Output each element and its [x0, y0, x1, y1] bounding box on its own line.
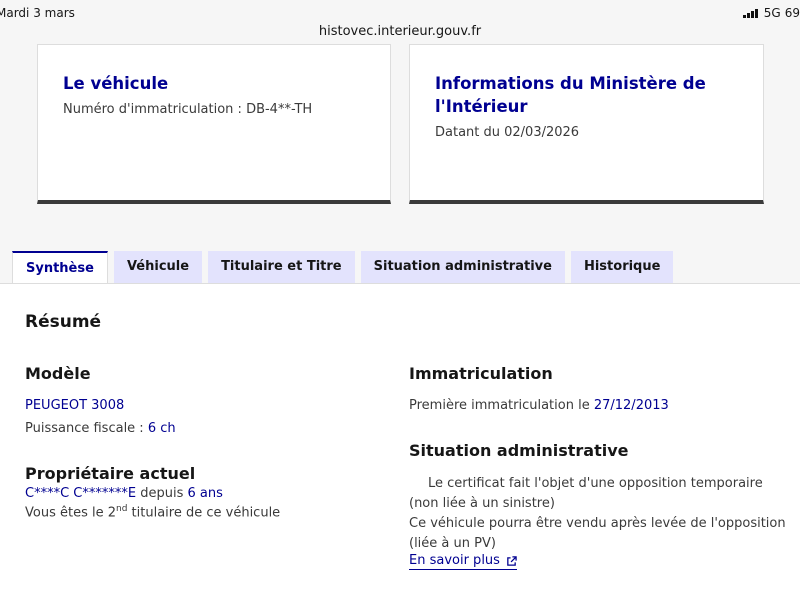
- url-text: histovec.interieur.gouv.fr: [318, 24, 482, 39]
- status-bar: Mardi 3 mars 5G 69: [0, 0, 800, 22]
- ministry-card-title: Informations du Ministère de l'Intérieur: [435, 74, 706, 116]
- opposition-line-3: Ce véhicule pourra être vendu après levé…: [409, 516, 786, 531]
- tab-list: Synthèse Véhicule Titulaire et Titre Sit…: [12, 251, 674, 284]
- tab-historique[interactable]: Historique: [570, 251, 674, 283]
- ministry-card: Informations du Ministère de l'Intérieur…: [409, 44, 764, 204]
- owner-rank-suffix: titulaire de ce véhicule: [127, 505, 281, 521]
- fiscal-label: Puissance fiscale :: [25, 421, 148, 436]
- model-heading: Modèle: [25, 364, 91, 383]
- tab-vehicule[interactable]: Véhicule: [113, 251, 203, 283]
- owner-rank-prefix: Vous êtes le 2: [25, 505, 116, 521]
- network-label: 5G: [763, 6, 781, 20]
- opposition-line-2: (non liée à un sinistre): [409, 496, 555, 511]
- owner-name: C****C C*******E: [25, 486, 137, 501]
- registration-heading: Immatriculation: [409, 364, 553, 383]
- tab-situation-administrative[interactable]: Situation administrative: [360, 251, 565, 283]
- fiscal-power: Puissance fiscale : 6 ch: [25, 421, 176, 436]
- vehicle-card: Le véhicule Numéro d'immatriculation : D…: [37, 44, 391, 204]
- ministry-date: Datant du 02/03/2026: [435, 125, 580, 140]
- first-registration-date: 27/12/2013: [593, 398, 669, 413]
- first-registration-label: Première immatriculation le: [409, 398, 594, 413]
- owner-rank: Vous êtes le 2nd titulaire de ce véhicul…: [25, 504, 280, 520]
- first-registration: Première immatriculation le 27/12/2013: [409, 398, 669, 413]
- battery-level: 69: [784, 6, 800, 20]
- owner-rank-sup: nd: [116, 504, 128, 514]
- url-bar[interactable]: histovec.interieur.gouv.fr: [0, 22, 800, 44]
- owner-line: C****C C*******E depuis 6 ans: [25, 486, 223, 501]
- opposition-text: Le certificat fait l'objet d'une opposit…: [409, 474, 789, 554]
- owner-since-value: 6 ans: [187, 486, 223, 501]
- model-name: PEUGEOT 3008: [25, 398, 125, 413]
- opposition-line-1: Le certificat fait l'objet d'une opposit…: [428, 476, 763, 491]
- signal-icon: [742, 8, 758, 18]
- tab-titulaire-titre[interactable]: Titulaire et Titre: [208, 251, 355, 283]
- opposition-line-4: (liée à un PV): [409, 536, 496, 551]
- learn-more-label: En savoir plus: [409, 553, 500, 568]
- learn-more-link[interactable]: En savoir plus: [409, 553, 517, 570]
- owner-heading: Propriétaire actuel: [25, 464, 196, 483]
- vehicle-card-title: Le véhicule: [63, 74, 169, 93]
- owner-since-label: depuis: [136, 486, 188, 501]
- tab-synthese[interactable]: Synthèse: [12, 251, 108, 284]
- summary-panel: Résumé Modèle PEUGEOT 3008 Puissance fis…: [0, 283, 800, 600]
- fiscal-value: 6 ch: [147, 421, 176, 436]
- status-time: Mardi 3 mars: [0, 6, 75, 20]
- external-link-icon: [507, 555, 517, 566]
- summary-title: Résumé: [25, 312, 102, 332]
- vehicle-plate: Numéro d'immatriculation : DB-4**-TH: [63, 102, 313, 117]
- admin-heading: Situation administrative: [409, 441, 629, 460]
- status-right: 5G 69: [742, 6, 800, 20]
